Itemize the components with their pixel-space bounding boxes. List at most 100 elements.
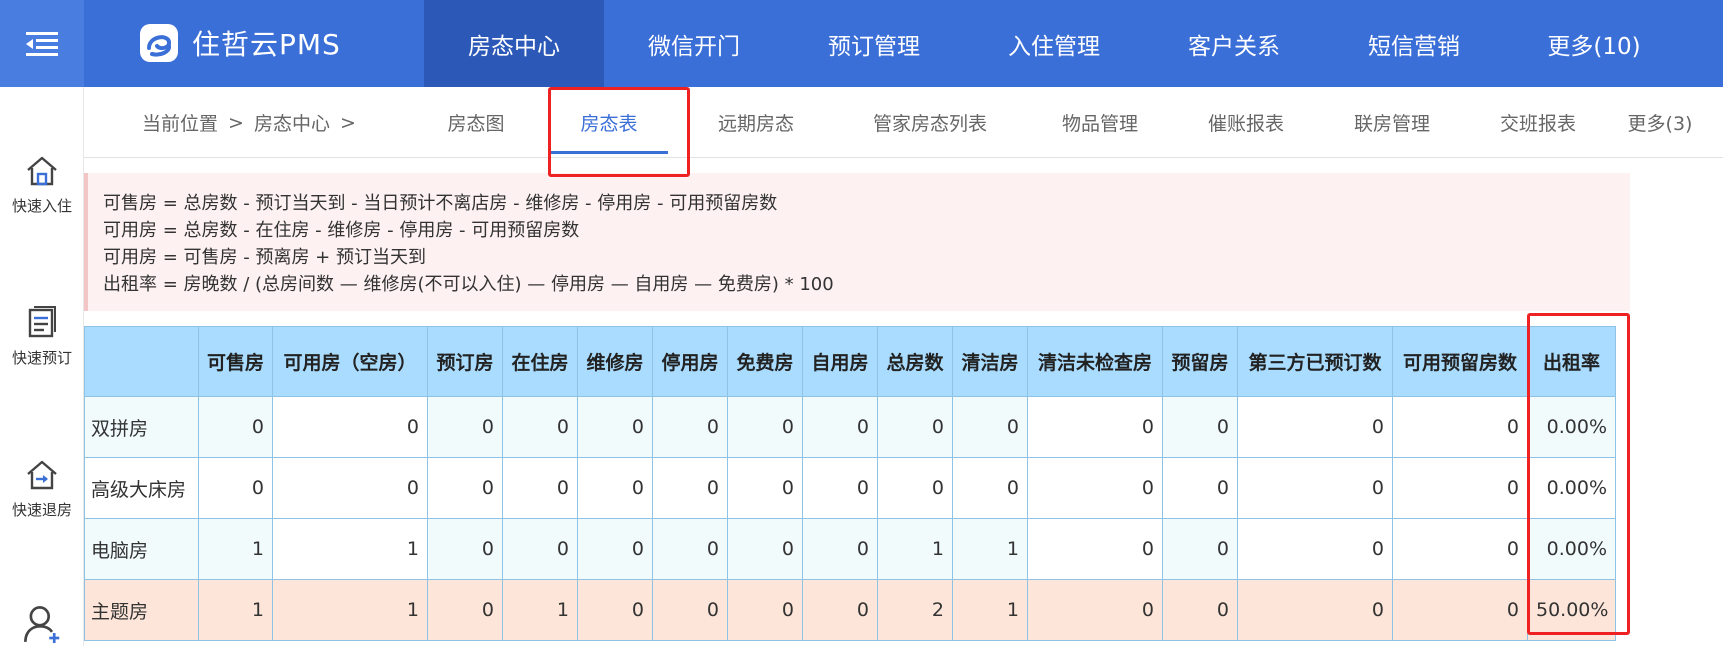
column-header: 第三方已预订数: [1237, 326, 1393, 397]
table-cell: 0: [1237, 396, 1393, 458]
quick-checkin-button[interactable]: 快速入住: [0, 153, 84, 216]
tab-more[interactable]: 更多(3): [1604, 87, 1716, 158]
table-cell: 0: [802, 518, 878, 580]
quick-add-guest-button[interactable]: [0, 603, 84, 643]
table-cell: 0: [427, 457, 503, 519]
table-cell: 0: [1392, 396, 1528, 458]
table-cell: 0: [727, 518, 803, 580]
table-cell: 1: [272, 579, 428, 641]
table-row[interactable]: 主题房 1 1 0 1 0 0 0 0 2 1 0 0 0 0 50.00%: [84, 579, 1616, 641]
quick-checkout-button[interactable]: 快速退房: [0, 457, 84, 520]
formula-line: 可售房 = 总房数 - 预订当天到 - 当日预计不离店房 - 维修房 - 停用房…: [103, 193, 778, 214]
room-type-name: 电脑房: [84, 518, 199, 580]
nav-more[interactable]: 更多(10): [1504, 0, 1684, 87]
nav-sms-marketing[interactable]: 短信营销: [1324, 0, 1504, 87]
table-cell: 0: [427, 579, 503, 641]
breadcrumb: 当前位置 > 房态中心 >: [142, 87, 366, 158]
table-cell: 0: [1027, 457, 1163, 519]
table-cell: 0: [502, 396, 578, 458]
tab-housekeeping-list[interactable]: 管家房态列表: [840, 87, 1020, 158]
table-cell: 0: [1237, 457, 1393, 519]
table-cell: 0: [1392, 518, 1528, 580]
document-icon: [28, 306, 56, 338]
top-bar: 住哲云PMS 房态中心 微信开门 预订管理 入住管理 客户关系 短信营销 更多(…: [0, 0, 1723, 87]
occupancy-rate-cell: 0.00%: [1527, 457, 1616, 519]
table-cell: 0: [1162, 396, 1238, 458]
table-cell: 0: [652, 579, 728, 641]
table-row[interactable]: 电脑房 1 1 0 0 0 0 0 0 1 1 0 0 0 0 0.00%: [84, 518, 1616, 580]
table-row[interactable]: 双拼房 0 0 0 0 0 0 0 0 0 0 0 0 0 0 0.00%: [84, 396, 1616, 458]
column-header: 自用房: [802, 326, 878, 397]
table-cell: 0: [577, 518, 653, 580]
table-cell: 0: [1237, 518, 1393, 580]
occupancy-rate-cell: 0.00%: [1527, 518, 1616, 580]
table-cell: 0: [727, 457, 803, 519]
table-cell: 0: [1027, 396, 1163, 458]
menu-toggle-button[interactable]: [0, 0, 84, 87]
quick-sidebar: 快速入住 快速预订 快速退房: [0, 87, 84, 646]
table-cell: 0: [198, 396, 273, 458]
formula-notice: 可售房 = 总房数 - 预订当天到 - 当日预计不离店房 - 维修房 - 停用房…: [84, 173, 1630, 311]
tab-room-map[interactable]: 房态图: [426, 87, 526, 158]
tab-linked-rooms[interactable]: 联房管理: [1322, 87, 1462, 158]
table-cell: 0: [952, 457, 1028, 519]
quick-booking-button[interactable]: 快速预订: [0, 305, 84, 368]
table-cell: 0: [272, 457, 428, 519]
nav-room-status-center[interactable]: 房态中心: [424, 0, 604, 87]
nav-booking-management[interactable]: 预订管理: [784, 0, 964, 87]
logo-icon: [140, 24, 178, 62]
table-cell: 0: [727, 579, 803, 641]
nav-wechat-door[interactable]: 微信开门: [604, 0, 784, 87]
tab-shift-report[interactable]: 交班报表: [1468, 87, 1608, 158]
table-cell: 0: [502, 457, 578, 519]
table-cell: 1: [198, 518, 273, 580]
logo-text: 住哲云PMS: [192, 28, 341, 61]
table-cell: 1: [198, 579, 273, 641]
nav-checkin-management[interactable]: 入住管理: [964, 0, 1144, 87]
room-status-table: 可售房 可用房（空房） 预订房 在住房 维修房 停用房 免费房 自用房 总房数 …: [84, 326, 1616, 641]
tab-room-table[interactable]: 房态表: [550, 87, 668, 158]
table-cell: 0: [802, 396, 878, 458]
tab-item-management[interactable]: 物品管理: [1030, 87, 1170, 158]
table-cell: 0: [952, 396, 1028, 458]
tab-dunning-report[interactable]: 催账报表: [1176, 87, 1316, 158]
nav-customer-relations[interactable]: 客户关系: [1144, 0, 1324, 87]
checkout-house-icon: [27, 460, 57, 490]
table-cell: 0: [427, 396, 503, 458]
tab-future-status[interactable]: 远期房态: [688, 87, 824, 158]
table-cell: 1: [877, 518, 953, 580]
table-cell: 1: [952, 579, 1028, 641]
occupancy-rate-cell: 50.00%: [1527, 579, 1616, 641]
add-user-icon: [24, 606, 60, 643]
table-cell: 0: [877, 457, 953, 519]
table-cell: 0: [727, 396, 803, 458]
breadcrumb-current[interactable]: 房态中心: [254, 109, 330, 136]
table-row[interactable]: 高级大床房 0 0 0 0 0 0 0 0 0 0 0 0 0 0 0.00%: [84, 457, 1616, 519]
breadcrumb-separator: >: [339, 111, 356, 134]
table-cell: 1: [952, 518, 1028, 580]
room-type-name: 双拼房: [84, 396, 199, 458]
formula-line: 可用房 = 总房数 - 在住房 - 维修房 - 停用房 - 可用预留房数: [103, 220, 580, 241]
formula-line: 出租率 = 房晚数 / (总房间数 — 维修房(不可以入住) — 停用房 — 自…: [103, 274, 834, 295]
table-cell: 0: [577, 457, 653, 519]
quick-booking-label: 快速预订: [11, 349, 72, 367]
column-header: 清洁房: [952, 326, 1028, 397]
quick-checkin-label: 快速入住: [11, 197, 72, 215]
column-header: 停用房: [652, 326, 728, 397]
table-cell: 1: [272, 518, 428, 580]
breadcrumb-separator: >: [228, 111, 244, 134]
table-cell: 2: [877, 579, 953, 641]
column-header: 预留房: [1162, 326, 1238, 397]
table-cell: 0: [802, 579, 878, 641]
table-cell: 0: [652, 518, 728, 580]
table-cell: 0: [1392, 457, 1528, 519]
table-cell: 0: [652, 457, 728, 519]
column-header: 预订房: [427, 326, 503, 397]
column-header: 免费房: [727, 326, 803, 397]
room-type-name: 高级大床房: [84, 457, 199, 519]
formula-line: 可用房 = 可售房 - 预离房 + 预订当天到: [103, 247, 426, 268]
column-header-occupancy-rate: 出租率: [1527, 326, 1616, 397]
table-cell: 0: [198, 457, 273, 519]
table-cell: 0: [1162, 518, 1238, 580]
table-cell: 0: [577, 579, 653, 641]
